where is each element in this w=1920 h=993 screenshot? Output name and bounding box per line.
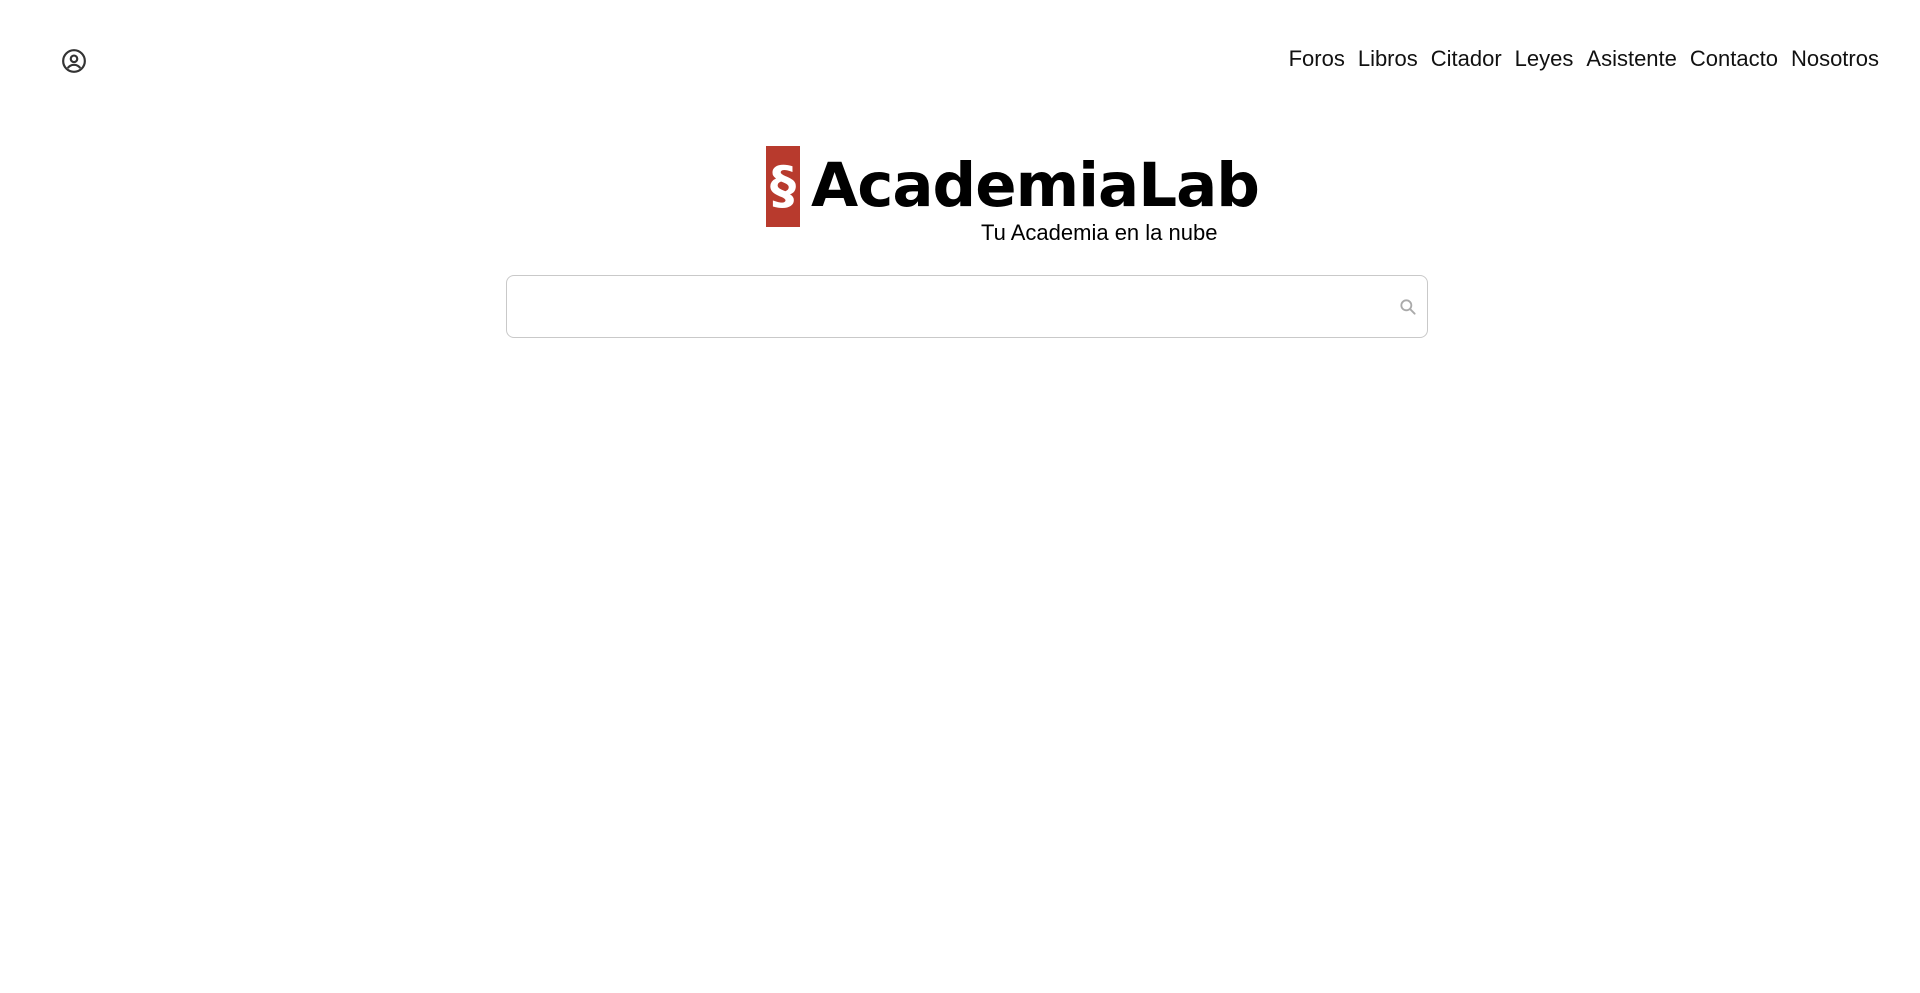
brand-logo[interactable]: § AcademiaLab Tu Academia en la nube [766, 146, 1260, 246]
nav-link-foros[interactable]: Foros [1289, 44, 1345, 74]
top-nav: Foros Libros Citador Leyes Asistente Con… [1289, 44, 1879, 74]
nav-link-contacto[interactable]: Contacto [1690, 44, 1778, 74]
page: Foros Libros Citador Leyes Asistente Con… [0, 0, 1920, 993]
search-box [506, 275, 1428, 338]
nav-link-libros[interactable]: Libros [1358, 44, 1418, 74]
nav-link-nosotros[interactable]: Nosotros [1791, 44, 1879, 74]
nav-link-citador[interactable]: Citador [1431, 44, 1502, 74]
search-input[interactable] [507, 276, 1427, 337]
nav-link-leyes[interactable]: Leyes [1515, 44, 1574, 74]
search-button[interactable] [1396, 295, 1420, 319]
brand-name: AcademiaLab [811, 150, 1260, 221]
section-sign-logo-mark: § [766, 146, 800, 227]
user-circle-icon [62, 49, 86, 73]
nav-link-asistente[interactable]: Asistente [1586, 44, 1677, 74]
brand-tagline: Tu Academia en la nube [981, 220, 1218, 245]
search-icon [1400, 299, 1416, 315]
account-button[interactable] [60, 47, 88, 75]
